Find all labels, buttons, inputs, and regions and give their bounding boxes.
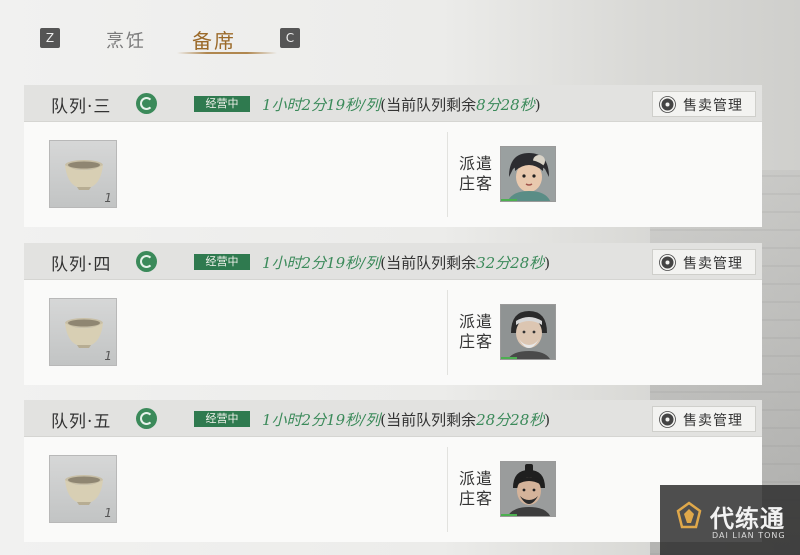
remain-time: 28分28秒: [476, 411, 545, 429]
remain-suffix: ): [544, 254, 551, 272]
queue-name: 队列·四: [51, 255, 112, 275]
queue-body: 1 派遣庄客: [24, 280, 762, 385]
rate-text: 1小时2分19秒/列: [262, 96, 381, 114]
bowl-icon: [65, 318, 103, 348]
portrait-status-bar: [501, 199, 518, 201]
remain-suffix: ): [534, 96, 541, 114]
villager-portrait[interactable]: [500, 461, 556, 517]
queue-name: 队列·三: [51, 97, 112, 117]
sell-management-button[interactable]: 售卖管理: [652, 406, 756, 432]
refresh-icon[interactable]: [136, 93, 157, 114]
watermark-logo: 代练通 DAI LIAN TONG: [660, 485, 800, 555]
status-badge: 经营中: [194, 411, 250, 427]
bearded-man-villager-icon: [501, 462, 555, 516]
divider: [447, 132, 448, 217]
queue-header: 队列·三 经营中 1小时2分19秒/列(当前队列剩余8分28秒) 售卖管理: [24, 85, 762, 122]
remain-time: 8分28秒: [476, 96, 535, 114]
refresh-icon[interactable]: [136, 408, 157, 429]
sell-management-label: 售卖管理: [683, 256, 743, 272]
gear-icon: [661, 256, 674, 269]
item-count: 1: [104, 191, 112, 205]
dispatch-villager-label: 派遣庄客: [459, 469, 494, 508]
dispatch-villager-label: 派遣庄客: [459, 312, 494, 351]
queue-panel: 队列·五 经营中 1小时2分19秒/列(当前队列剩余28分28秒) 售卖管理 1…: [24, 400, 762, 542]
active-tab-underline: [177, 52, 277, 54]
status-badge: 经营中: [194, 254, 250, 270]
remain-prefix: (当前队列剩余: [380, 254, 477, 272]
remain-time: 32分28秒: [476, 254, 545, 272]
item-slot[interactable]: 1: [49, 140, 117, 208]
remain-suffix: ): [544, 411, 551, 429]
logo-icon: [676, 501, 702, 529]
queue-panel: 队列·四 经营中 1小时2分19秒/列(当前队列剩余32分28秒) 售卖管理 1…: [24, 243, 762, 385]
sell-management-button[interactable]: 售卖管理: [652, 249, 756, 275]
portrait-status-bar: [501, 357, 518, 359]
tab-cooking[interactable]: 烹饪: [106, 27, 146, 53]
queue-body: 1 派遣庄客: [24, 437, 762, 542]
villager-portrait[interactable]: [500, 146, 556, 202]
queue-rate: 1小时2分19秒/列(当前队列剩余32分28秒): [262, 252, 550, 273]
queue-header: 队列·四 经营中 1小时2分19秒/列(当前队列剩余32分28秒) 售卖管理: [24, 243, 762, 280]
old-man-villager-icon: [501, 305, 555, 359]
bowl-icon: [65, 160, 103, 190]
item-count: 1: [104, 506, 112, 520]
refresh-icon[interactable]: [136, 251, 157, 272]
status-badge: 经营中: [194, 96, 250, 112]
divider: [447, 290, 448, 375]
rate-text: 1小时2分19秒/列: [262, 254, 381, 272]
tab-bar: Z 烹饪 备席 C: [40, 25, 310, 55]
divider: [447, 447, 448, 532]
villager-portrait[interactable]: [500, 304, 556, 360]
queue-panel: 队列·三 经营中 1小时2分19秒/列(当前队列剩余8分28秒) 售卖管理 1 …: [24, 85, 762, 227]
sell-management-label: 售卖管理: [683, 98, 743, 114]
queue-rate: 1小时2分19秒/列(当前队列剩余28分28秒): [262, 409, 550, 430]
queue-name: 队列·五: [51, 412, 112, 432]
sell-management-button[interactable]: 售卖管理: [652, 91, 756, 117]
key-hint-z[interactable]: Z: [40, 28, 60, 48]
dispatch-villager-label: 派遣庄客: [459, 154, 494, 193]
sell-management-label: 售卖管理: [683, 413, 743, 429]
bowl-icon: [65, 475, 103, 505]
item-count: 1: [104, 349, 112, 363]
remain-prefix: (当前队列剩余: [380, 96, 477, 114]
item-slot[interactable]: 1: [49, 298, 117, 366]
queue-header: 队列·五 经营中 1小时2分19秒/列(当前队列剩余28分28秒) 售卖管理: [24, 400, 762, 437]
gear-icon: [661, 413, 674, 426]
item-slot[interactable]: 1: [49, 455, 117, 523]
remain-prefix: (当前队列剩余: [380, 411, 477, 429]
queue-rate: 1小时2分19秒/列(当前队列剩余8分28秒): [262, 94, 541, 115]
watermark-title: 代练通: [710, 505, 785, 533]
female-villager-icon: [501, 147, 555, 201]
portrait-status-bar: [501, 514, 518, 516]
gear-icon: [661, 98, 674, 111]
queue-body: 1 派遣庄客: [24, 122, 762, 227]
rate-text: 1小时2分19秒/列: [262, 411, 381, 429]
tab-prepare-banquet[interactable]: 备席: [192, 25, 236, 54]
watermark-subtitle: DAI LIAN TONG: [712, 531, 786, 540]
key-hint-c[interactable]: C: [280, 28, 300, 48]
